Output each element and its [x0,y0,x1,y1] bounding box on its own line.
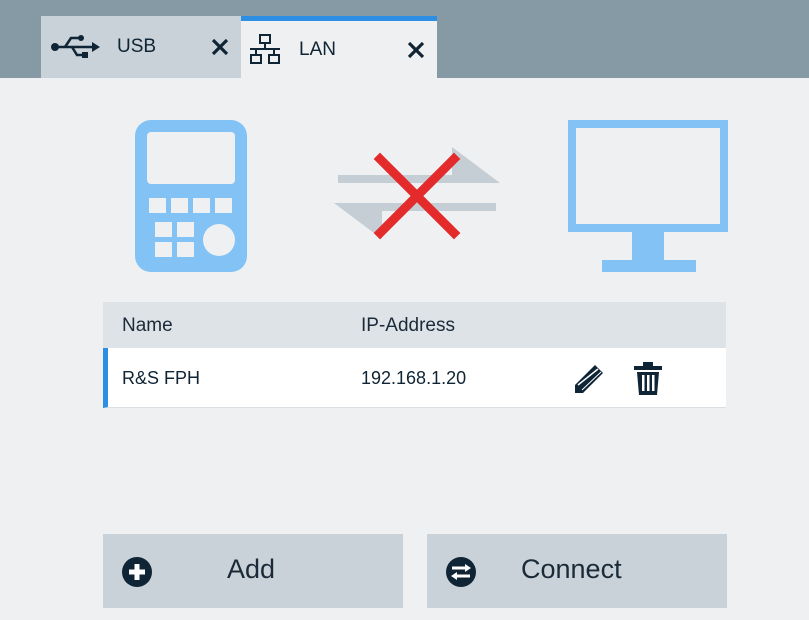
pencil-icon[interactable] [571,363,605,400]
add-button-label: Add [227,554,276,584]
tab-lan-label: LAN [299,38,336,60]
column-header-name: Name [122,315,173,336]
device-table: Name IP-Address R&S FPH 192.168.1.20 [103,302,726,408]
table-header: Name IP-Address [103,302,726,348]
swap-circle-icon [445,556,477,595]
disconnected-icon [332,145,502,246]
close-icon[interactable] [205,16,235,78]
column-header-ip: IP-Address [361,315,455,336]
table-row[interactable]: R&S FPH 192.168.1.20 [103,348,726,408]
close-icon[interactable] [401,21,431,78]
handheld-device-icon [135,120,247,277]
device-ip: 192.168.1.20 [361,368,467,388]
monitor-icon [568,120,728,281]
tab-usb-label: USB [117,36,157,57]
plus-circle-icon [121,556,153,595]
trash-icon[interactable] [633,362,663,401]
usb-icon [45,34,105,60]
device-name: R&S FPH [122,368,201,388]
network-icon [245,33,285,67]
tab-usb[interactable]: USB [41,16,241,78]
add-button[interactable]: Add [103,534,403,608]
connect-button[interactable]: Connect [427,534,727,608]
tab-lan[interactable]: LAN [241,16,437,78]
tab-bar: USB LAN [0,0,809,78]
connect-button-label: Connect [521,554,622,584]
